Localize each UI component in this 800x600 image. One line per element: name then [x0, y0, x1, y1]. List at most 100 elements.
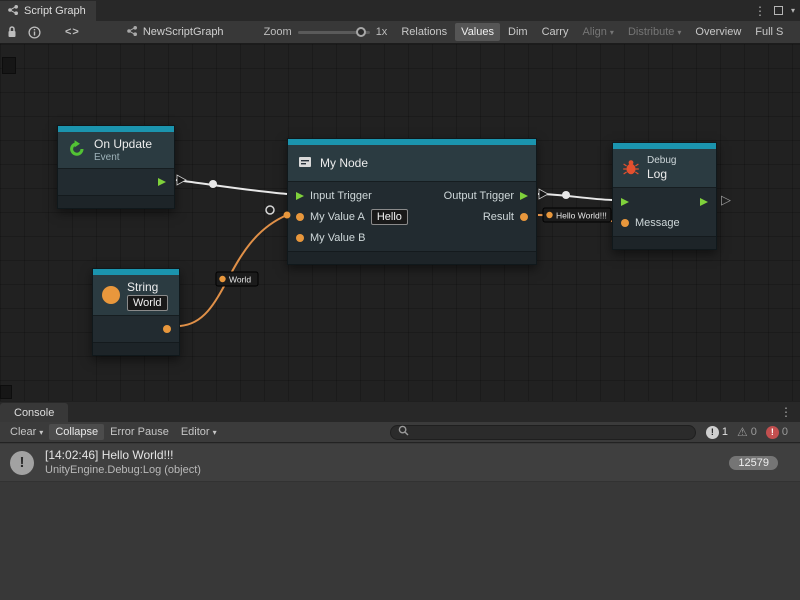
node-title: On Update: [94, 137, 152, 151]
log-stacktrace: UnityEngine.Debug:Log (object): [45, 463, 201, 478]
editor-button[interactable]: Editor ▾: [175, 424, 223, 440]
console-panel: Console ⋮ Clear ▾ Collapse Error Pause E…: [0, 401, 800, 600]
graph-toolbar: <> NewScriptGraph Zoom 1x Relations Valu…: [0, 21, 800, 44]
node-header[interactable]: On Update Event: [58, 132, 174, 168]
zoom-control: Zoom 1x: [264, 26, 388, 38]
canvas-corner-widget: [2, 57, 16, 74]
node-on-update[interactable]: On Update Event: [57, 125, 175, 209]
console-log-list: ! [14:02:46] Hello World!!! UnityEngine.…: [0, 444, 800, 600]
zoom-slider[interactable]: [298, 31, 370, 34]
value-b-port[interactable]: [296, 234, 304, 242]
align-label: Align: [582, 26, 606, 38]
port-label: My Value B: [310, 232, 365, 244]
pane-menu-icon[interactable]: ⋮: [754, 5, 766, 17]
node-subtitle: Event: [94, 152, 152, 163]
node-header[interactable]: String World: [93, 275, 179, 315]
info-count-toggle[interactable]: ! 1: [706, 426, 728, 439]
zoom-slider-knob[interactable]: [356, 27, 366, 37]
value-a-port[interactable]: [296, 213, 304, 221]
debug-output-trigger-port[interactable]: [700, 198, 708, 206]
port-row: [613, 191, 716, 212]
tab-console[interactable]: Console: [0, 403, 68, 422]
relations-button[interactable]: Relations: [395, 23, 453, 41]
info-icon[interactable]: [28, 26, 41, 39]
wire-result-to-message[interactable]: [538, 215, 612, 221]
input-trigger-port[interactable]: [296, 192, 304, 200]
info-log-icon: !: [706, 426, 719, 439]
node-my-node[interactable]: My Node Input Trigger Output Trigger My …: [287, 138, 537, 265]
editor-label: Editor: [181, 426, 210, 438]
clear-button[interactable]: Clear ▾: [4, 424, 49, 440]
output-trigger-port[interactable]: [520, 192, 528, 200]
lock-icon[interactable]: [6, 25, 18, 39]
port-label: Output Trigger: [444, 190, 514, 202]
value-a-input[interactable]: Hello: [371, 209, 408, 225]
error-pause-button[interactable]: Error Pause: [104, 424, 175, 440]
node-header[interactable]: My Node: [288, 145, 536, 181]
fullscreen-button[interactable]: Full S: [749, 23, 789, 41]
error-count-toggle[interactable]: ! 0: [766, 426, 788, 439]
warning-count-toggle[interactable]: ⚠ 0: [737, 426, 757, 438]
wire-dot: [209, 180, 217, 188]
search-icon: [398, 425, 409, 439]
graph-reference[interactable]: NewScriptGraph: [126, 25, 224, 40]
string-output-port[interactable]: [163, 325, 171, 333]
console-counts: ! 1 ⚠ 0 ! 0: [706, 426, 788, 439]
node-debug-log[interactable]: Debug Log Message: [612, 142, 717, 250]
maximize-icon[interactable]: [774, 6, 783, 15]
node-title: Log: [647, 167, 676, 181]
node-ports: Input Trigger Output Trigger My Value A …: [288, 181, 536, 251]
overview-button[interactable]: Overview: [689, 23, 747, 41]
values-button[interactable]: Values: [455, 23, 500, 41]
collapse-button[interactable]: Collapse: [49, 424, 104, 440]
window-tab-bar: Script Graph ⋮ ▾: [0, 0, 800, 21]
wire-source-arrow: [177, 175, 186, 185]
console-tab-strip: Console ⋮: [0, 402, 800, 422]
node-header[interactable]: Debug Log: [613, 149, 716, 187]
carry-button[interactable]: Carry: [536, 23, 575, 41]
graph-canvas[interactable]: On Update Event My Node: [0, 44, 800, 401]
on-update-event-icon: [67, 139, 87, 162]
unconnected-port-ring: [266, 206, 274, 214]
node-footer: [58, 195, 174, 208]
node-string-literal[interactable]: String World: [92, 268, 180, 356]
code-icon[interactable]: <>: [65, 26, 80, 38]
trigger-output-port[interactable]: [158, 178, 166, 186]
node-ports: Message: [613, 187, 716, 236]
svg-text:World: World: [229, 275, 251, 285]
console-menu-icon[interactable]: ⋮: [780, 405, 792, 419]
wire-onupdate-to-mynode[interactable]: [176, 180, 287, 194]
script-graph-icon: [7, 4, 19, 19]
node-footer: [93, 342, 179, 355]
canvas-corner-widget: [0, 385, 12, 399]
wire-string-to-valuea[interactable]: [180, 215, 287, 326]
node-footer: [613, 236, 716, 249]
error-icon: !: [766, 426, 779, 439]
node-footer: [288, 251, 536, 264]
debug-input-trigger-port[interactable]: [621, 198, 629, 206]
console-search-input[interactable]: [414, 426, 688, 438]
console-search[interactable]: [390, 425, 696, 440]
svg-text:Hello World!!!: Hello World!!!: [556, 211, 607, 221]
pane-dropdown-icon[interactable]: ▾: [791, 6, 795, 15]
chevron-down-icon: ▾: [213, 428, 217, 437]
node-ports: [58, 168, 174, 195]
distribute-button[interactable]: Distribute▾: [622, 23, 687, 41]
port-row: Message: [613, 212, 716, 233]
message-port[interactable]: [621, 219, 629, 227]
log-entry[interactable]: ! [14:02:46] Hello World!!! UnityEngine.…: [0, 444, 800, 482]
string-value-input[interactable]: World: [127, 295, 168, 311]
wire-mynode-to-debug[interactable]: [538, 194, 612, 200]
node-group-label: Debug: [647, 155, 676, 166]
result-port[interactable]: [520, 213, 528, 221]
wire-chip-world: World: [216, 272, 258, 286]
port-label: My Value A: [310, 211, 365, 223]
tab-script-graph[interactable]: Script Graph: [0, 1, 96, 21]
console-toolbar: Clear ▾ Collapse Error Pause Editor ▾ ! …: [0, 422, 800, 443]
node-ports: [93, 315, 179, 342]
collapse-count-badge: 12579: [729, 456, 778, 470]
graph-name: NewScriptGraph: [143, 26, 224, 38]
align-button[interactable]: Align▾: [576, 23, 619, 41]
wire-chip-hello-world: Hello World!!!: [543, 208, 611, 222]
dim-button[interactable]: Dim: [502, 23, 534, 41]
